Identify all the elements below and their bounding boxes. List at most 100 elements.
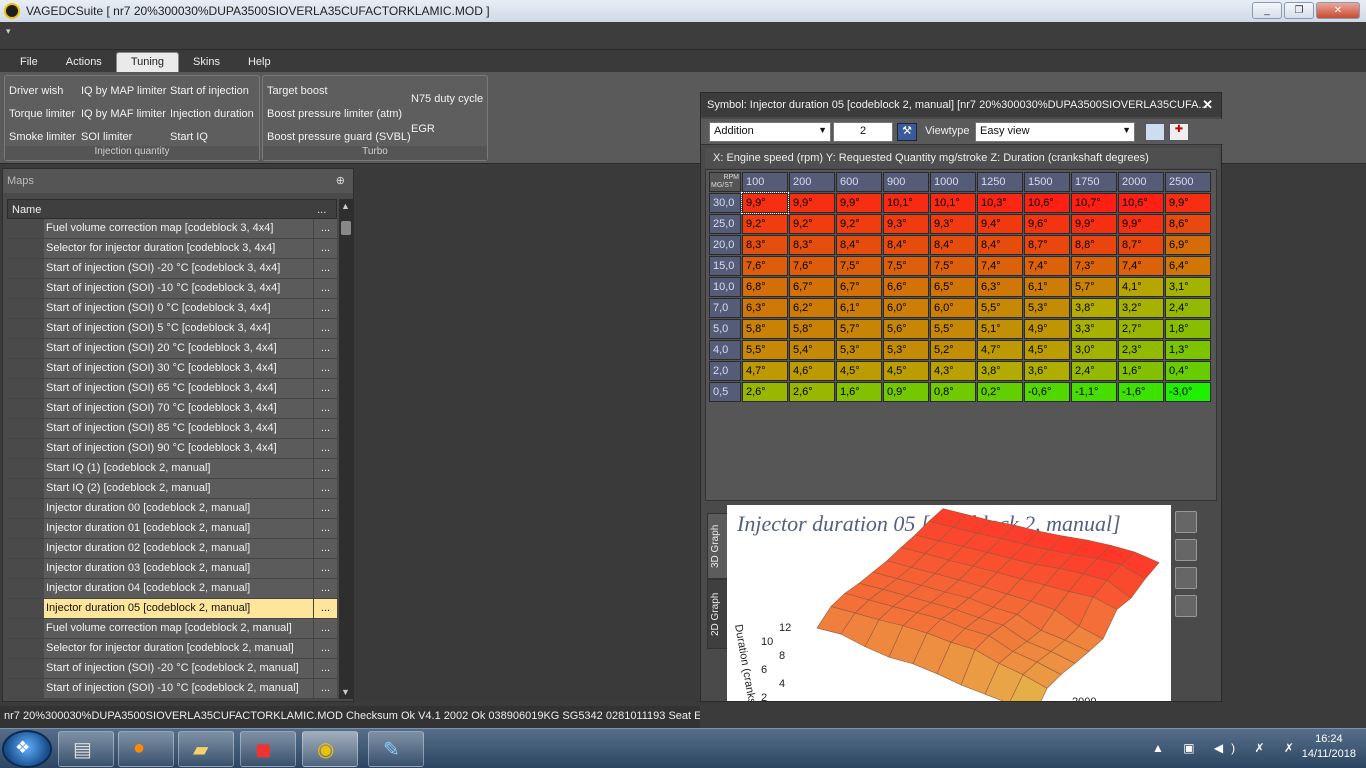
target-boost-button[interactable]: Target boost <box>267 85 328 97</box>
map-name[interactable]: Start of injection (SOI) 90 °C [codebloc… <box>44 439 314 458</box>
map-cell[interactable]: 2,6° <box>742 382 788 402</box>
map-name[interactable]: Start of injection (SOI) -10 °C [codeblo… <box>44 279 314 298</box>
map-cell[interactable]: 2,3° <box>1118 340 1164 360</box>
map-cell[interactable]: -1,1° <box>1071 382 1117 402</box>
map-options-button[interactable]: ... <box>314 279 337 298</box>
quick-access-chevron-icon[interactable]: ▾ <box>6 26 11 37</box>
map-cell[interactable]: 0,8° <box>930 382 976 402</box>
map-cell[interactable]: 9,9° <box>789 193 835 213</box>
export-icon[interactable]: ✚ <box>1169 123 1189 141</box>
map-options-button[interactable]: ... <box>314 479 337 498</box>
map-cell[interactable]: 4,9° <box>1024 319 1070 339</box>
list-item[interactable]: Injector duration 02 [codeblock 2, manua… <box>7 539 337 559</box>
y-axis-cell[interactable]: 5,0 <box>709 319 741 339</box>
x-axis-cell[interactable]: 100 <box>742 172 788 192</box>
map-options-button[interactable]: ... <box>314 639 337 658</box>
map-cell[interactable]: 9,2° <box>836 214 882 234</box>
map-cell[interactable]: 2,4° <box>1165 298 1211 318</box>
map-cell[interactable]: 8,4° <box>930 235 976 255</box>
y-axis-cell[interactable]: 20,0 <box>709 235 741 255</box>
map-options-button[interactable]: ... <box>314 299 337 318</box>
operation-select[interactable]: Addition ▼ <box>709 122 831 142</box>
map-cell[interactable]: 6,9° <box>1165 235 1211 255</box>
map-name[interactable]: Start of injection (SOI) 20 °C [codebloc… <box>44 339 314 358</box>
map-options-button[interactable]: ... <box>314 259 337 278</box>
clock[interactable]: 16:24 14/11/2018 <box>1302 733 1356 760</box>
taskbar-folder-icon[interactable]: ▰ <box>178 731 234 767</box>
map-name[interactable]: Start of injection (SOI) 70 °C [codebloc… <box>44 399 314 418</box>
driver-wish-button[interactable]: Driver wish <box>9 85 63 97</box>
maps-scrollbar[interactable]: ▲ ▼ <box>339 199 353 699</box>
map-cell[interactable]: 4,5° <box>1024 340 1070 360</box>
map-cell[interactable]: 5,7° <box>836 319 882 339</box>
start-button[interactable]: ❖ <box>2 730 52 768</box>
map-cell[interactable]: 6,4° <box>1165 256 1211 276</box>
map-options-button[interactable]: ... <box>314 539 337 558</box>
injection-duration-button[interactable]: Injection duration <box>170 108 254 120</box>
map-name[interactable]: Start of injection (SOI) -20 °C [codeblo… <box>44 659 314 678</box>
map-options-button[interactable]: ... <box>314 599 337 618</box>
map-cell[interactable]: 5,5° <box>742 340 788 360</box>
map-cell[interactable]: 9,9° <box>1165 193 1211 213</box>
map-cell[interactable]: 8,4° <box>883 235 929 255</box>
iq-by-map-limiter-button[interactable]: IQ by MAP limiter <box>81 85 166 97</box>
map-cell[interactable]: 9,4° <box>977 214 1023 234</box>
list-item[interactable]: Start of injection (SOI) 90 °C [codebloc… <box>7 439 337 459</box>
map-cell[interactable]: 9,9° <box>1118 214 1164 234</box>
map-name[interactable]: Injector duration 04 [codeblock 2, manua… <box>44 579 314 598</box>
map-cell[interactable]: 9,3° <box>883 214 929 234</box>
map-cell[interactable]: 4,7° <box>742 361 788 381</box>
map-cell[interactable]: 7,5° <box>930 256 976 276</box>
symbol-close-icon[interactable]: ✕ <box>1202 97 1213 113</box>
zoom-out-icon[interactable] <box>1175 539 1197 561</box>
menu-file[interactable]: File <box>6 53 52 72</box>
map-options-button[interactable]: ... <box>314 679 337 698</box>
map-cell[interactable]: 5,3° <box>836 340 882 360</box>
taskbar-red-app-icon[interactable]: ◼ <box>240 731 296 767</box>
list-item[interactable]: Start IQ (1) [codeblock 2, manual]... <box>7 459 337 479</box>
map-cell[interactable]: 6,1° <box>836 298 882 318</box>
list-item[interactable]: Start of injection (SOI) 20 °C [codebloc… <box>7 339 337 359</box>
map-name[interactable]: Start of injection (SOI) 65 °C [codebloc… <box>44 379 314 398</box>
map-name[interactable]: Selector for injector duration [codebloc… <box>44 239 314 258</box>
list-item[interactable]: Start of injection (SOI) -10 °C [codeblo… <box>7 679 337 699</box>
scroll-down-icon[interactable]: ▼ <box>341 687 350 697</box>
map-name[interactable]: Start IQ (1) [codeblock 2, manual] <box>44 459 314 478</box>
map-name[interactable]: Start of injection (SOI) -10 °C [codeblo… <box>44 679 314 698</box>
pin-icon[interactable]: ⊕ <box>336 174 345 187</box>
map-name[interactable]: Fuel volume correction map [codeblock 3,… <box>44 219 314 238</box>
list-item[interactable]: Start of injection (SOI) -20 °C [codeblo… <box>7 259 337 279</box>
scroll-thumb[interactable] <box>341 221 351 235</box>
map-cell[interactable]: 9,6° <box>1024 214 1070 234</box>
map-cell[interactable]: 5,6° <box>883 319 929 339</box>
y-axis-cell[interactable]: 0,5 <box>709 382 741 402</box>
map-cell[interactable]: 9,9° <box>741 192 789 214</box>
map-cell[interactable]: 10,3° <box>977 193 1023 213</box>
map-options-button[interactable]: ... <box>314 239 337 258</box>
taskbar-paint-icon[interactable]: ✎ <box>368 731 424 767</box>
map-cell[interactable]: -1,6° <box>1118 382 1164 402</box>
operation-value-input[interactable]: 2 <box>833 122 893 142</box>
map-options-button[interactable]: ... <box>314 499 337 518</box>
map-cell[interactable]: 4,3° <box>930 361 976 381</box>
map-cell[interactable]: 6,5° <box>930 277 976 297</box>
tab-3d-graph[interactable]: 3D Graph <box>707 513 729 579</box>
x-axis-cell[interactable]: 2500 <box>1165 172 1211 192</box>
map-cell[interactable]: 7,6° <box>742 256 788 276</box>
list-item[interactable]: Start IQ (2) [codeblock 2, manual]... <box>7 479 337 499</box>
map-cell[interactable]: 5,5° <box>977 298 1023 318</box>
map-name[interactable]: Injector duration 05 [codeblock 2, manua… <box>44 599 314 618</box>
menu-tuning[interactable]: Tuning <box>115 52 180 72</box>
list-item[interactable]: Injector duration 03 [codeblock 2, manua… <box>7 559 337 579</box>
map-cell[interactable]: 10,6° <box>1024 193 1070 213</box>
soi-limiter-button[interactable]: SOI limiter <box>81 131 132 143</box>
map-cell[interactable]: 8,3° <box>742 235 788 255</box>
map-name[interactable]: Injector duration 00 [codeblock 2, manua… <box>44 499 314 518</box>
map-cell[interactable]: 3,8° <box>1071 298 1117 318</box>
map-cell[interactable]: 3,0° <box>1071 340 1117 360</box>
map-name[interactable]: Start of injection (SOI) 5 °C [codeblock… <box>44 319 314 338</box>
list-item[interactable]: Selector for injector duration [codebloc… <box>7 639 337 659</box>
list-item[interactable]: Start of injection (SOI) 0 °C [codeblock… <box>7 299 337 319</box>
menu-skins[interactable]: Skins <box>179 53 234 72</box>
tab-2d-graph[interactable]: 2D Graph <box>707 579 729 649</box>
